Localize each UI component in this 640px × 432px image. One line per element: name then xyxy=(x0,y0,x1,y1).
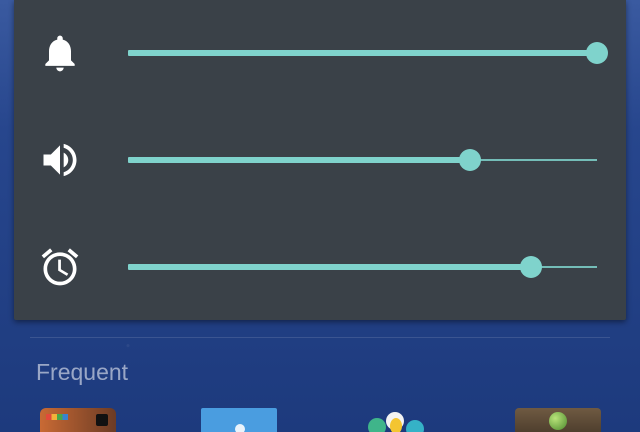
volume-panel xyxy=(14,0,626,320)
frequent-apps-row xyxy=(0,408,640,432)
photos-petal-yellow xyxy=(390,418,402,432)
slider-fill xyxy=(128,157,471,163)
media-volume-slider[interactable] xyxy=(128,145,597,175)
slider-thumb[interactable] xyxy=(459,149,482,171)
section-divider xyxy=(30,337,610,338)
olive-app-icon[interactable] xyxy=(515,408,601,432)
bell-icon[interactable] xyxy=(38,31,82,75)
alarm-clock-icon[interactable] xyxy=(38,245,82,289)
frequent-section-label: Frequent xyxy=(36,359,129,385)
slider-thumb[interactable] xyxy=(520,256,543,278)
alarm-clock-icon-svg xyxy=(41,248,79,286)
slider-thumb[interactable] xyxy=(586,42,608,64)
photos-icon[interactable] xyxy=(366,408,432,432)
bell-icon-svg xyxy=(45,35,75,72)
ringtone-volume-row xyxy=(14,23,626,83)
ringtone-volume-slider[interactable] xyxy=(128,38,608,68)
slider-fill xyxy=(128,264,532,270)
files-knob xyxy=(235,424,245,432)
instagram-icon[interactable] xyxy=(40,408,116,432)
alarm-volume-slider[interactable] xyxy=(128,252,597,282)
slider-fill xyxy=(128,50,597,56)
speaker-icon-svg xyxy=(43,143,77,177)
photos-petal-teal xyxy=(406,420,424,432)
photos-petal-green xyxy=(368,418,386,432)
speaker-icon[interactable] xyxy=(38,138,82,182)
instagram-stripe xyxy=(46,414,68,420)
alarm-volume-row xyxy=(14,237,626,297)
media-volume-row xyxy=(14,130,626,190)
instagram-lens xyxy=(96,414,108,426)
olive-ball xyxy=(549,412,567,430)
files-icon[interactable] xyxy=(201,408,277,432)
